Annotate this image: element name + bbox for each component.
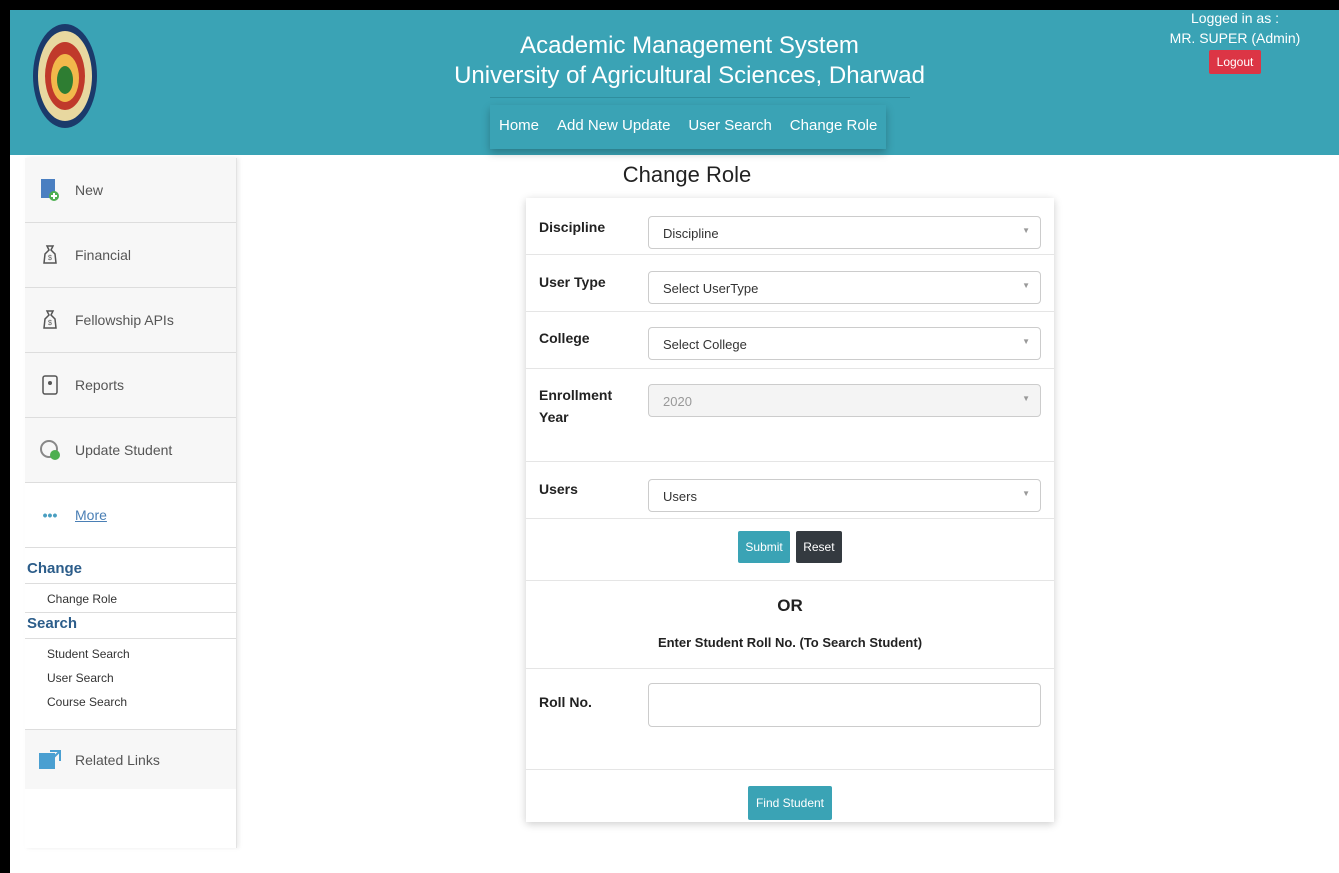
enrollment-year-value: 2020 xyxy=(663,394,692,409)
sidebar-item-label: Reports xyxy=(75,377,125,393)
sidebar-link-user-search[interactable]: User Search xyxy=(25,663,236,687)
sidebar-change-section: Change Change Role Search Student Search… xyxy=(25,548,236,729)
sidebar-heading-change: Change xyxy=(25,560,236,584)
header: Academic Management System University of… xyxy=(10,10,1339,155)
sidebar-item-label: Financial xyxy=(75,247,132,263)
submit-button[interactable]: Submit xyxy=(738,531,790,563)
user-type-label: User Type xyxy=(539,274,606,290)
ellipsis-icon: ••• xyxy=(42,507,58,523)
sidebar-item-fellowship-apis[interactable]: $ Fellowship APIs xyxy=(25,288,236,353)
sidebar-item-label: Fellowship APIs xyxy=(75,312,174,328)
form-row-actions: Submit Reset xyxy=(526,519,1054,581)
university-name: University of Agricultural Sciences, Dha… xyxy=(454,62,925,89)
discipline-label: Discipline xyxy=(539,219,606,235)
nav-user-search[interactable]: User Search xyxy=(679,105,780,149)
roll-no-instructions: Enter Student Roll No. (To Search Studen… xyxy=(657,635,923,650)
svg-text:$: $ xyxy=(48,320,52,327)
roll-no-input[interactable] xyxy=(648,683,1041,727)
sidebar-search-links: Student Search User Search Course Search xyxy=(25,639,236,729)
logged-in-label: Logged in as : xyxy=(1191,10,1279,26)
sidebar-item-update-student[interactable]: Update Student xyxy=(25,418,236,483)
sidebar-item-label: More xyxy=(75,507,107,523)
money-bag-icon: $ xyxy=(37,307,63,333)
chevron-down-icon: ▼ xyxy=(1022,337,1030,346)
roll-no-label: Roll No. xyxy=(539,694,592,710)
refresh-icon xyxy=(37,437,63,463)
discipline-select[interactable]: Discipline ▼ xyxy=(648,216,1041,249)
sidebar-link-course-search[interactable]: Course Search xyxy=(25,687,236,711)
form-row-enrollment-year: Enrollment Year 2020 ▼ xyxy=(526,369,1054,462)
college-value: Select College xyxy=(663,337,747,352)
college-label: College xyxy=(539,330,590,346)
college-select[interactable]: Select College ▼ xyxy=(648,327,1041,360)
enrollment-year-select: 2020 ▼ xyxy=(648,384,1041,417)
enrollment-year-label: Enrollment Year xyxy=(539,384,612,428)
nav-home[interactable]: Home xyxy=(490,105,548,149)
sidebar-change-links: Change Role xyxy=(25,584,236,613)
enrollment-label-line2: Year xyxy=(539,409,569,425)
form-row-discipline: Discipline Discipline ▼ xyxy=(526,198,1054,255)
money-bag-icon: $ xyxy=(37,242,63,268)
page-title: Change Role xyxy=(622,162,752,187)
users-label: Users xyxy=(539,481,578,497)
users-value: Users xyxy=(663,489,697,504)
form-actions: Submit Reset xyxy=(526,531,1054,563)
reset-button[interactable]: Reset xyxy=(796,531,842,563)
user-type-select[interactable]: Select UserType ▼ xyxy=(648,271,1041,304)
sidebar-item-financial[interactable]: $ Financial xyxy=(25,223,236,288)
change-role-form: Discipline Discipline ▼ User Type Select… xyxy=(526,198,1054,822)
chevron-down-icon: ▼ xyxy=(1022,226,1030,235)
chevron-down-icon: ▼ xyxy=(1022,281,1030,290)
sidebar: New $ Financial $ Fellowship APIs Report… xyxy=(25,158,237,848)
discipline-value: Discipline xyxy=(663,226,719,241)
report-icon xyxy=(37,372,63,398)
svg-text:$: $ xyxy=(48,255,52,262)
external-link-icon xyxy=(37,747,63,773)
sidebar-item-reports[interactable]: Reports xyxy=(25,353,236,418)
form-row-roll-no: Roll No. xyxy=(526,669,1054,770)
sidebar-item-more[interactable]: ••• More xyxy=(25,483,236,548)
form-row-user-type: User Type Select UserType ▼ xyxy=(526,255,1054,312)
sidebar-link-student-search[interactable]: Student Search xyxy=(25,639,236,663)
or-separator: OR xyxy=(777,596,803,615)
nav-add-new-update[interactable]: Add New Update xyxy=(548,105,679,149)
sidebar-item-label: Related Links xyxy=(75,751,160,768)
users-select[interactable]: Users ▼ xyxy=(648,479,1041,512)
sidebar-heading-search: Search xyxy=(25,613,236,639)
title-divider xyxy=(490,97,910,98)
nav-change-role[interactable]: Change Role xyxy=(781,105,887,149)
enrollment-label-line1: Enrollment xyxy=(539,387,613,403)
form-row-users: Users Users ▼ xyxy=(526,462,1054,519)
logout-button[interactable]: Logout xyxy=(1208,50,1262,74)
login-info: Logged in as : MR. SUPER (Admin) Logout xyxy=(1160,10,1310,74)
top-nav: Home Add New Update User Search Change R… xyxy=(490,105,887,149)
find-student-button[interactable]: Find Student xyxy=(747,786,833,820)
chevron-down-icon: ▼ xyxy=(1022,489,1030,498)
logged-in-user: MR. SUPER (Admin) xyxy=(1169,30,1301,46)
app-title: Academic Management System xyxy=(520,32,859,59)
form-row-college: College Select College ▼ xyxy=(526,312,1054,369)
sidebar-link-change-role[interactable]: Change Role xyxy=(25,584,236,608)
sidebar-item-label: Update Student xyxy=(75,442,173,458)
app-window: Academic Management System University of… xyxy=(10,10,1339,873)
find-student-row: Find Student xyxy=(526,786,1054,820)
chevron-down-icon: ▼ xyxy=(1022,394,1030,403)
sidebar-item-related-links[interactable]: Related Links xyxy=(25,729,236,789)
user-type-value: Select UserType xyxy=(663,281,759,296)
